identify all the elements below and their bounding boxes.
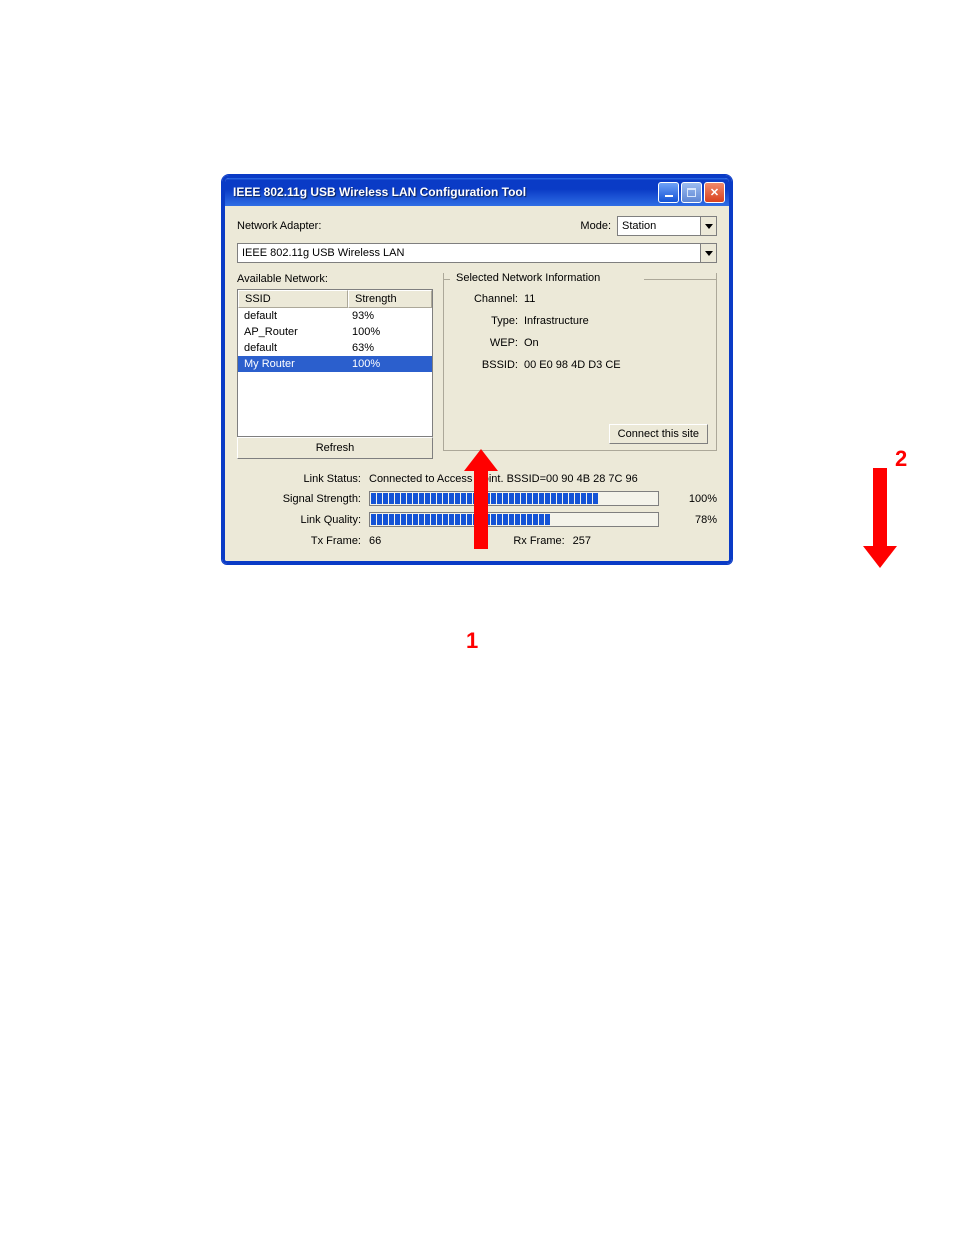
- type-value: Infrastructure: [524, 315, 589, 327]
- titlebar[interactable]: IEEE 802.11g USB Wireless LAN Configurat…: [225, 178, 729, 206]
- window-controls: ✕: [658, 182, 725, 203]
- mode-select[interactable]: Station: [617, 216, 717, 236]
- available-network-label: Available Network:: [237, 273, 433, 285]
- link-quality-label: Link Quality:: [237, 514, 361, 526]
- network-strength: 63%: [352, 342, 426, 354]
- network-row[interactable]: default63%: [238, 340, 432, 356]
- mode-value: Station: [622, 220, 656, 232]
- signal-strength-bar: [369, 491, 659, 506]
- network-strength: 100%: [352, 358, 426, 370]
- type-label: Type:: [462, 315, 518, 327]
- signal-strength-pct: 100%: [667, 493, 717, 505]
- maximize-icon: [687, 188, 696, 197]
- tx-frame-label: Tx Frame:: [237, 535, 361, 547]
- config-tool-window: IEEE 802.11g USB Wireless LAN Configurat…: [222, 175, 732, 564]
- available-network-panel: Available Network: SSID Strength default…: [237, 273, 433, 459]
- signal-strength-label: Signal Strength:: [237, 493, 361, 505]
- link-status-label: Link Status:: [237, 473, 361, 485]
- channel-value: 11: [524, 293, 535, 305]
- refresh-button[interactable]: Refresh: [237, 437, 433, 459]
- tx-frame-value: 66: [369, 535, 429, 547]
- network-strength: 100%: [352, 326, 426, 338]
- network-ssid: My Router: [244, 358, 352, 370]
- bssid-value: 00 E0 98 4D D3 CE: [524, 359, 621, 371]
- adapter-mode-row: Network Adapter: Mode: Station: [237, 216, 717, 236]
- col-ssid[interactable]: SSID: [238, 290, 348, 308]
- link-status-value: Connected to Access Point. BSSID=00 90 4…: [369, 473, 638, 485]
- link-quality-bar: [369, 512, 659, 527]
- adapter-select[interactable]: IEEE 802.11g USB Wireless LAN: [237, 243, 717, 263]
- link-quality-pct: 78%: [667, 514, 717, 526]
- network-ssid: AP_Router: [244, 326, 352, 338]
- chevron-down-icon: [700, 244, 716, 262]
- col-strength[interactable]: Strength: [348, 290, 432, 308]
- network-row[interactable]: default93%: [238, 308, 432, 324]
- minimize-icon: [665, 195, 673, 197]
- channel-label: Channel:: [462, 293, 518, 305]
- maximize-button: [681, 182, 702, 203]
- client-area: Network Adapter: Mode: Station IEEE 802.…: [225, 206, 729, 561]
- close-icon: ✕: [710, 186, 719, 199]
- wep-value: On: [524, 337, 539, 349]
- group-title: Selected Network Information: [452, 272, 604, 284]
- chevron-down-icon: [700, 217, 716, 235]
- selected-network-info-group: Selected Network Information Channel: 11…: [443, 273, 717, 451]
- annotation-number-1: 1: [466, 628, 478, 654]
- rx-frame-value: 257: [573, 535, 633, 547]
- status-block: Link Status: Connected to Access Point. …: [237, 473, 717, 547]
- annotation-number-2: 2: [895, 446, 907, 472]
- wep-label: WEP:: [462, 337, 518, 349]
- close-button[interactable]: ✕: [704, 182, 725, 203]
- list-header: SSID Strength: [238, 290, 432, 308]
- bssid-label: BSSID:: [462, 359, 518, 371]
- network-list[interactable]: SSID Strength default93%AP_Router100%def…: [237, 289, 433, 437]
- network-ssid: default: [244, 342, 352, 354]
- mode-label: Mode:: [580, 220, 611, 232]
- network-row[interactable]: My Router100%: [238, 356, 432, 372]
- window-title: IEEE 802.11g USB Wireless LAN Configurat…: [233, 185, 658, 199]
- network-adapter-label: Network Adapter:: [237, 220, 321, 232]
- rx-frame-label: Rx Frame:: [513, 535, 564, 547]
- network-row[interactable]: AP_Router100%: [238, 324, 432, 340]
- network-ssid: default: [244, 310, 352, 322]
- adapter-value: IEEE 802.11g USB Wireless LAN: [242, 247, 404, 259]
- connect-this-site-button[interactable]: Connect this site: [609, 424, 708, 444]
- network-strength: 93%: [352, 310, 426, 322]
- minimize-button[interactable]: [658, 182, 679, 203]
